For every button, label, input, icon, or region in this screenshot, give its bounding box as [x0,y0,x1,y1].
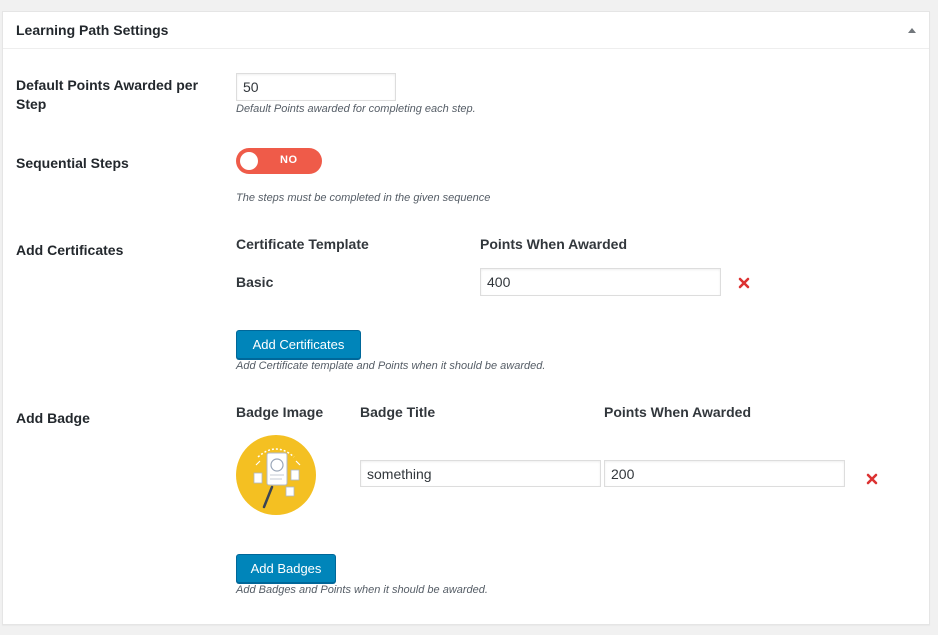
certificate-template-column-header: Certificate Template [236,236,369,252]
add-badges-description: Add Badges and Points when it should be … [236,584,488,596]
triangle-up-icon[interactable] [907,25,917,35]
default-points-description: Default Points awarded for completing ea… [236,103,476,115]
certificate-points-column-header: Points When Awarded [480,236,628,252]
default-points-input[interactable] [236,73,396,101]
add-badge-label: Add Badge [16,410,90,426]
badge-points-column-header: Points When Awarded [604,404,752,420]
add-badges-button[interactable]: Add Badges [236,554,336,583]
metabox-title: Learning Path Settings [16,22,169,38]
default-points-label: Default Points Awarded per Step [16,77,199,112]
badge-title-input[interactable] [360,460,601,487]
toggle-state-text: NO [280,154,298,166]
add-certificates-button[interactable]: Add Certificates [236,330,361,359]
metabox-header[interactable]: Learning Path Settings [3,12,929,49]
sequential-steps-label: Sequential Steps [16,155,129,171]
certificate-points-input[interactable] [480,268,721,296]
toggle-knob [240,152,258,170]
badge-image[interactable] [236,435,316,515]
close-x-icon[interactable] [738,276,750,289]
badge-points-input[interactable] [604,460,845,487]
add-certificates-label: Add Certificates [16,242,124,258]
certificate-template-name: Basic [236,274,274,290]
sequential-steps-toggle[interactable]: NO [236,148,322,174]
sequential-steps-description: The steps must be completed in the given… [236,192,491,204]
close-x-icon[interactable] [866,472,878,485]
add-certificates-description: Add Certificate template and Points when… [236,360,546,372]
badge-image-column-header: Badge Image [236,404,324,420]
badge-title-column-header: Badge Title [360,404,436,420]
